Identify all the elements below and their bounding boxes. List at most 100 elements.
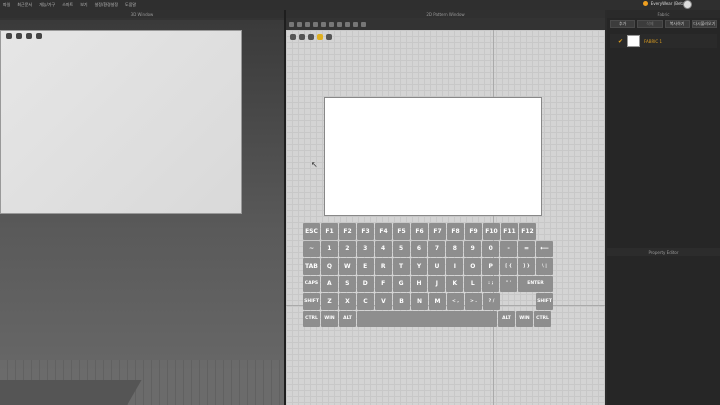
key-e[interactable]: E bbox=[356, 258, 374, 275]
key-w[interactable]: W bbox=[338, 258, 356, 275]
key-equals[interactable]: = bbox=[518, 240, 535, 257]
transform-icon[interactable] bbox=[299, 34, 305, 40]
key-3[interactable]: 3 bbox=[356, 240, 374, 257]
key-win-left[interactable]: WIN bbox=[321, 310, 338, 327]
key-tab[interactable]: TAB bbox=[303, 258, 320, 275]
key-f10[interactable]: F10 bbox=[483, 223, 500, 240]
key-6[interactable]: 6 bbox=[410, 240, 428, 257]
key-r[interactable]: R bbox=[374, 258, 392, 275]
key-9[interactable]: 9 bbox=[464, 240, 482, 257]
export-icon[interactable] bbox=[326, 34, 332, 40]
lightbulb-icon[interactable] bbox=[317, 34, 323, 40]
key-g[interactable]: G bbox=[392, 275, 410, 292]
key-f11[interactable]: F11 bbox=[501, 223, 518, 240]
user-info[interactable]: EveryWear (Beta) bbox=[642, 1, 686, 6]
key-bracket-open[interactable]: [ { bbox=[500, 258, 518, 275]
avatar[interactable] bbox=[683, 0, 692, 9]
key-o[interactable]: O bbox=[464, 258, 482, 275]
key-8[interactable]: 8 bbox=[446, 240, 464, 257]
key-x[interactable]: X bbox=[339, 293, 356, 310]
tool-icon[interactable] bbox=[329, 21, 334, 27]
key-5[interactable]: 5 bbox=[392, 240, 410, 257]
menu-smart[interactable]: 스마트 bbox=[62, 2, 73, 8]
rotate-icon[interactable] bbox=[16, 33, 22, 39]
key-c[interactable]: C bbox=[357, 293, 374, 310]
menu-help[interactable]: 도움말 bbox=[125, 2, 136, 8]
key-enter[interactable]: ENTER bbox=[518, 275, 553, 292]
key-space[interactable] bbox=[357, 310, 497, 327]
menu-settings[interactable]: 설정/환경설정 bbox=[95, 2, 118, 8]
key-4[interactable]: 4 bbox=[374, 240, 392, 257]
key-b[interactable]: B bbox=[393, 293, 410, 310]
key-f2[interactable]: F2 bbox=[339, 223, 356, 240]
delete-fabric-button[interactable]: 삭제 bbox=[637, 20, 663, 28]
tool-icon[interactable] bbox=[345, 21, 350, 27]
key-1[interactable]: 1 bbox=[320, 240, 338, 257]
key-f7[interactable]: F7 bbox=[429, 223, 446, 240]
key-ctrl-right[interactable]: CTRL bbox=[534, 310, 551, 327]
key-bracket-close[interactable]: ] } bbox=[518, 258, 535, 275]
key-alt-right[interactable]: ALT bbox=[498, 310, 515, 327]
menu-edit[interactable]: 개능/가구 bbox=[39, 2, 55, 8]
key-semicolon[interactable]: : ; bbox=[482, 275, 500, 292]
tool-icon[interactable] bbox=[361, 21, 366, 27]
key-caps[interactable]: CAPS bbox=[303, 275, 320, 292]
key-shift-right[interactable]: SHIFT bbox=[536, 293, 553, 310]
key-alt-left[interactable]: ALT bbox=[339, 310, 356, 327]
key-i[interactable]: I bbox=[446, 258, 464, 275]
tool-icon[interactable] bbox=[313, 21, 318, 27]
key-f1[interactable]: F1 bbox=[321, 223, 338, 240]
key-n[interactable]: N bbox=[411, 293, 428, 310]
key-f12[interactable]: F12 bbox=[519, 223, 536, 240]
zoom-icon[interactable] bbox=[308, 34, 314, 40]
key-t[interactable]: T bbox=[392, 258, 410, 275]
key-comma[interactable]: < , bbox=[447, 293, 464, 310]
key-q[interactable]: Q bbox=[320, 258, 338, 275]
key-p[interactable]: P bbox=[482, 258, 500, 275]
copy-fabric-button[interactable]: 복사하기 bbox=[664, 20, 690, 28]
tool-icon[interactable] bbox=[297, 21, 302, 27]
key-k[interactable]: K bbox=[446, 275, 464, 292]
fabric-sheet-3d[interactable] bbox=[0, 30, 242, 214]
pattern-canvas[interactable]: ↖ ESC F1 F2 F3 F4 F5 F6 F7 F8 F9 F10 F11… bbox=[286, 30, 605, 405]
menu-file[interactable]: 파일 bbox=[3, 2, 10, 8]
key-7[interactable]: 7 bbox=[428, 240, 446, 257]
add-fabric-button[interactable]: 추가 bbox=[610, 20, 636, 28]
select-icon[interactable] bbox=[6, 33, 12, 39]
key-y[interactable]: Y bbox=[410, 258, 428, 275]
key-a[interactable]: A bbox=[320, 275, 338, 292]
key-shift-left[interactable]: SHIFT bbox=[303, 293, 320, 310]
key-f6[interactable]: F6 bbox=[411, 223, 428, 240]
key-quote[interactable]: " ' bbox=[500, 275, 518, 292]
menu-view[interactable]: 보기 bbox=[80, 2, 87, 8]
key-slash[interactable]: ? / bbox=[483, 293, 500, 310]
tool-icon[interactable] bbox=[321, 21, 326, 27]
key-f9[interactable]: F9 bbox=[465, 223, 482, 240]
tool-icon[interactable] bbox=[305, 21, 310, 27]
key-f4[interactable]: F4 bbox=[375, 223, 392, 240]
menu-recent[interactable]: 최근문서 bbox=[17, 2, 32, 8]
view3d-viewport[interactable] bbox=[0, 20, 284, 405]
key-period[interactable]: > . bbox=[465, 293, 482, 310]
fabric-pattern-2d[interactable] bbox=[324, 97, 542, 216]
key-l[interactable]: L bbox=[464, 275, 482, 292]
key-backspace[interactable]: ⟵ bbox=[535, 240, 553, 257]
key-esc[interactable]: ESC bbox=[303, 223, 320, 240]
key-z[interactable]: Z bbox=[321, 293, 338, 310]
tool-icon[interactable] bbox=[289, 21, 294, 27]
key-j[interactable]: J bbox=[428, 275, 446, 292]
key-v[interactable]: V bbox=[375, 293, 392, 310]
key-m[interactable]: M bbox=[429, 293, 446, 310]
select-icon[interactable] bbox=[290, 34, 296, 40]
key-f3[interactable]: F3 bbox=[357, 223, 374, 240]
key-win-right[interactable]: WIN bbox=[516, 310, 533, 327]
key-ctrl-left[interactable]: CTRL bbox=[303, 310, 320, 327]
key-h[interactable]: H bbox=[410, 275, 428, 292]
export-icon[interactable] bbox=[36, 33, 42, 39]
key-f8[interactable]: F8 bbox=[447, 223, 464, 240]
key-0[interactable]: 0 bbox=[482, 240, 500, 257]
key-d[interactable]: D bbox=[356, 275, 374, 292]
key-2[interactable]: 2 bbox=[338, 240, 356, 257]
key-f5[interactable]: F5 bbox=[393, 223, 410, 240]
key-u[interactable]: U bbox=[428, 258, 446, 275]
